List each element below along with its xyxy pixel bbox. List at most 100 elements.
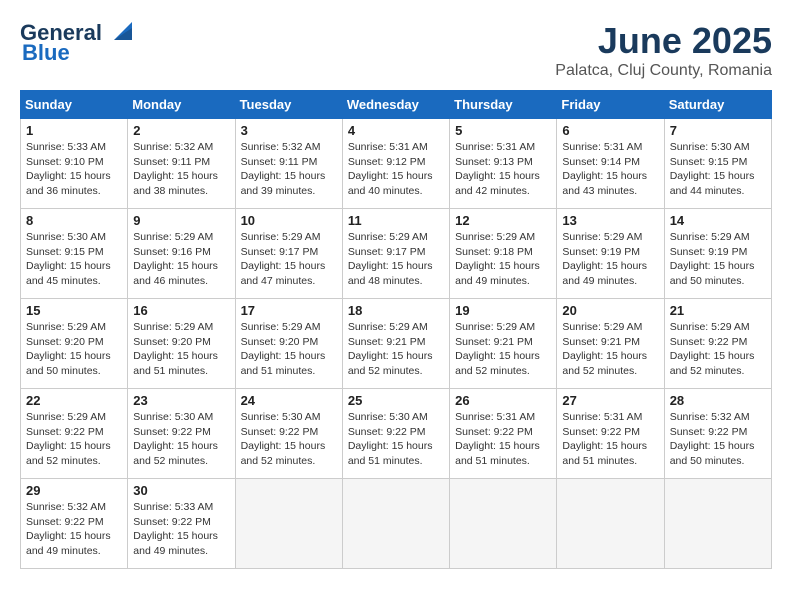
table-row: 9 Sunrise: 5:29 AMSunset: 9:16 PMDayligh… bbox=[128, 209, 235, 299]
table-row: 8 Sunrise: 5:30 AMSunset: 9:15 PMDayligh… bbox=[21, 209, 128, 299]
calendar-week-row: 15 Sunrise: 5:29 AMSunset: 9:20 PMDaylig… bbox=[21, 299, 772, 389]
table-row: 24 Sunrise: 5:30 AMSunset: 9:22 PMDaylig… bbox=[235, 389, 342, 479]
day-info: Sunrise: 5:29 AMSunset: 9:20 PMDaylight:… bbox=[133, 321, 218, 377]
day-number: 5 bbox=[455, 123, 551, 138]
table-row: 18 Sunrise: 5:29 AMSunset: 9:21 PMDaylig… bbox=[342, 299, 449, 389]
day-number: 13 bbox=[562, 213, 658, 228]
day-info: Sunrise: 5:29 AMSunset: 9:22 PMDaylight:… bbox=[670, 321, 755, 377]
col-wednesday: Wednesday bbox=[342, 91, 449, 119]
col-saturday: Saturday bbox=[664, 91, 771, 119]
day-number: 10 bbox=[241, 213, 337, 228]
table-row: 6 Sunrise: 5:31 AMSunset: 9:14 PMDayligh… bbox=[557, 119, 664, 209]
day-number: 24 bbox=[241, 393, 337, 408]
table-row: 21 Sunrise: 5:29 AMSunset: 9:22 PMDaylig… bbox=[664, 299, 771, 389]
table-row: 29 Sunrise: 5:32 AMSunset: 9:22 PMDaylig… bbox=[21, 479, 128, 569]
day-number: 1 bbox=[26, 123, 122, 138]
table-row: 19 Sunrise: 5:29 AMSunset: 9:21 PMDaylig… bbox=[450, 299, 557, 389]
calendar-header-row: Sunday Monday Tuesday Wednesday Thursday… bbox=[21, 91, 772, 119]
day-number: 14 bbox=[670, 213, 766, 228]
table-row: 5 Sunrise: 5:31 AMSunset: 9:13 PMDayligh… bbox=[450, 119, 557, 209]
day-number: 23 bbox=[133, 393, 229, 408]
table-row bbox=[450, 479, 557, 569]
day-number: 29 bbox=[26, 483, 122, 498]
table-row: 25 Sunrise: 5:30 AMSunset: 9:22 PMDaylig… bbox=[342, 389, 449, 479]
day-number: 7 bbox=[670, 123, 766, 138]
day-number: 4 bbox=[348, 123, 444, 138]
col-thursday: Thursday bbox=[450, 91, 557, 119]
day-number: 25 bbox=[348, 393, 444, 408]
col-sunday: Sunday bbox=[21, 91, 128, 119]
day-info: Sunrise: 5:30 AMSunset: 9:22 PMDaylight:… bbox=[241, 411, 326, 467]
day-number: 21 bbox=[670, 303, 766, 318]
col-tuesday: Tuesday bbox=[235, 91, 342, 119]
day-info: Sunrise: 5:32 AMSunset: 9:11 PMDaylight:… bbox=[241, 141, 326, 197]
day-info: Sunrise: 5:29 AMSunset: 9:21 PMDaylight:… bbox=[348, 321, 433, 377]
table-row: 2 Sunrise: 5:32 AMSunset: 9:11 PMDayligh… bbox=[128, 119, 235, 209]
day-info: Sunrise: 5:31 AMSunset: 9:22 PMDaylight:… bbox=[455, 411, 540, 467]
title-area: June 2025 Palatca, Cluj County, Romania bbox=[555, 20, 772, 80]
table-row: 14 Sunrise: 5:29 AMSunset: 9:19 PMDaylig… bbox=[664, 209, 771, 299]
table-row: 23 Sunrise: 5:30 AMSunset: 9:22 PMDaylig… bbox=[128, 389, 235, 479]
logo: General Blue bbox=[20, 20, 132, 66]
calendar-week-row: 22 Sunrise: 5:29 AMSunset: 9:22 PMDaylig… bbox=[21, 389, 772, 479]
day-info: Sunrise: 5:29 AMSunset: 9:19 PMDaylight:… bbox=[670, 231, 755, 287]
day-number: 6 bbox=[562, 123, 658, 138]
day-info: Sunrise: 5:33 AMSunset: 9:22 PMDaylight:… bbox=[133, 501, 218, 557]
table-row: 12 Sunrise: 5:29 AMSunset: 9:18 PMDaylig… bbox=[450, 209, 557, 299]
day-info: Sunrise: 5:29 AMSunset: 9:17 PMDaylight:… bbox=[241, 231, 326, 287]
day-number: 17 bbox=[241, 303, 337, 318]
col-monday: Monday bbox=[128, 91, 235, 119]
table-row: 16 Sunrise: 5:29 AMSunset: 9:20 PMDaylig… bbox=[128, 299, 235, 389]
table-row: 17 Sunrise: 5:29 AMSunset: 9:20 PMDaylig… bbox=[235, 299, 342, 389]
table-row: 13 Sunrise: 5:29 AMSunset: 9:19 PMDaylig… bbox=[557, 209, 664, 299]
table-row: 28 Sunrise: 5:32 AMSunset: 9:22 PMDaylig… bbox=[664, 389, 771, 479]
day-number: 27 bbox=[562, 393, 658, 408]
day-info: Sunrise: 5:29 AMSunset: 9:20 PMDaylight:… bbox=[241, 321, 326, 377]
page-header: General Blue June 2025 Palatca, Cluj Cou… bbox=[20, 20, 772, 80]
table-row bbox=[557, 479, 664, 569]
table-row: 10 Sunrise: 5:29 AMSunset: 9:17 PMDaylig… bbox=[235, 209, 342, 299]
day-info: Sunrise: 5:29 AMSunset: 9:17 PMDaylight:… bbox=[348, 231, 433, 287]
day-number: 12 bbox=[455, 213, 551, 228]
day-number: 2 bbox=[133, 123, 229, 138]
day-number: 18 bbox=[348, 303, 444, 318]
table-row: 7 Sunrise: 5:30 AMSunset: 9:15 PMDayligh… bbox=[664, 119, 771, 209]
day-number: 28 bbox=[670, 393, 766, 408]
day-info: Sunrise: 5:30 AMSunset: 9:22 PMDaylight:… bbox=[133, 411, 218, 467]
calendar-week-row: 29 Sunrise: 5:32 AMSunset: 9:22 PMDaylig… bbox=[21, 479, 772, 569]
calendar-week-row: 8 Sunrise: 5:30 AMSunset: 9:15 PMDayligh… bbox=[21, 209, 772, 299]
table-row: 15 Sunrise: 5:29 AMSunset: 9:20 PMDaylig… bbox=[21, 299, 128, 389]
day-number: 11 bbox=[348, 213, 444, 228]
day-number: 26 bbox=[455, 393, 551, 408]
day-info: Sunrise: 5:29 AMSunset: 9:19 PMDaylight:… bbox=[562, 231, 647, 287]
day-number: 9 bbox=[133, 213, 229, 228]
day-info: Sunrise: 5:29 AMSunset: 9:20 PMDaylight:… bbox=[26, 321, 111, 377]
table-row: 4 Sunrise: 5:31 AMSunset: 9:12 PMDayligh… bbox=[342, 119, 449, 209]
day-info: Sunrise: 5:32 AMSunset: 9:22 PMDaylight:… bbox=[670, 411, 755, 467]
day-number: 3 bbox=[241, 123, 337, 138]
day-number: 30 bbox=[133, 483, 229, 498]
day-info: Sunrise: 5:30 AMSunset: 9:15 PMDaylight:… bbox=[670, 141, 755, 197]
calendar-table: Sunday Monday Tuesday Wednesday Thursday… bbox=[20, 90, 772, 569]
table-row: 22 Sunrise: 5:29 AMSunset: 9:22 PMDaylig… bbox=[21, 389, 128, 479]
col-friday: Friday bbox=[557, 91, 664, 119]
day-info: Sunrise: 5:31 AMSunset: 9:13 PMDaylight:… bbox=[455, 141, 540, 197]
day-info: Sunrise: 5:29 AMSunset: 9:22 PMDaylight:… bbox=[26, 411, 111, 467]
logo-text-blue: Blue bbox=[22, 40, 70, 66]
table-row: 11 Sunrise: 5:29 AMSunset: 9:17 PMDaylig… bbox=[342, 209, 449, 299]
day-info: Sunrise: 5:33 AMSunset: 9:10 PMDaylight:… bbox=[26, 141, 111, 197]
table-row: 1 Sunrise: 5:33 AMSunset: 9:10 PMDayligh… bbox=[21, 119, 128, 209]
table-row bbox=[235, 479, 342, 569]
day-info: Sunrise: 5:30 AMSunset: 9:15 PMDaylight:… bbox=[26, 231, 111, 287]
table-row: 30 Sunrise: 5:33 AMSunset: 9:22 PMDaylig… bbox=[128, 479, 235, 569]
day-info: Sunrise: 5:31 AMSunset: 9:12 PMDaylight:… bbox=[348, 141, 433, 197]
page-subtitle: Palatca, Cluj County, Romania bbox=[555, 62, 772, 80]
day-info: Sunrise: 5:29 AMSunset: 9:18 PMDaylight:… bbox=[455, 231, 540, 287]
day-number: 20 bbox=[562, 303, 658, 318]
day-info: Sunrise: 5:32 AMSunset: 9:22 PMDaylight:… bbox=[26, 501, 111, 557]
table-row bbox=[664, 479, 771, 569]
logo-bird-icon bbox=[104, 22, 132, 44]
table-row: 3 Sunrise: 5:32 AMSunset: 9:11 PMDayligh… bbox=[235, 119, 342, 209]
table-row bbox=[342, 479, 449, 569]
day-info: Sunrise: 5:29 AMSunset: 9:21 PMDaylight:… bbox=[455, 321, 540, 377]
